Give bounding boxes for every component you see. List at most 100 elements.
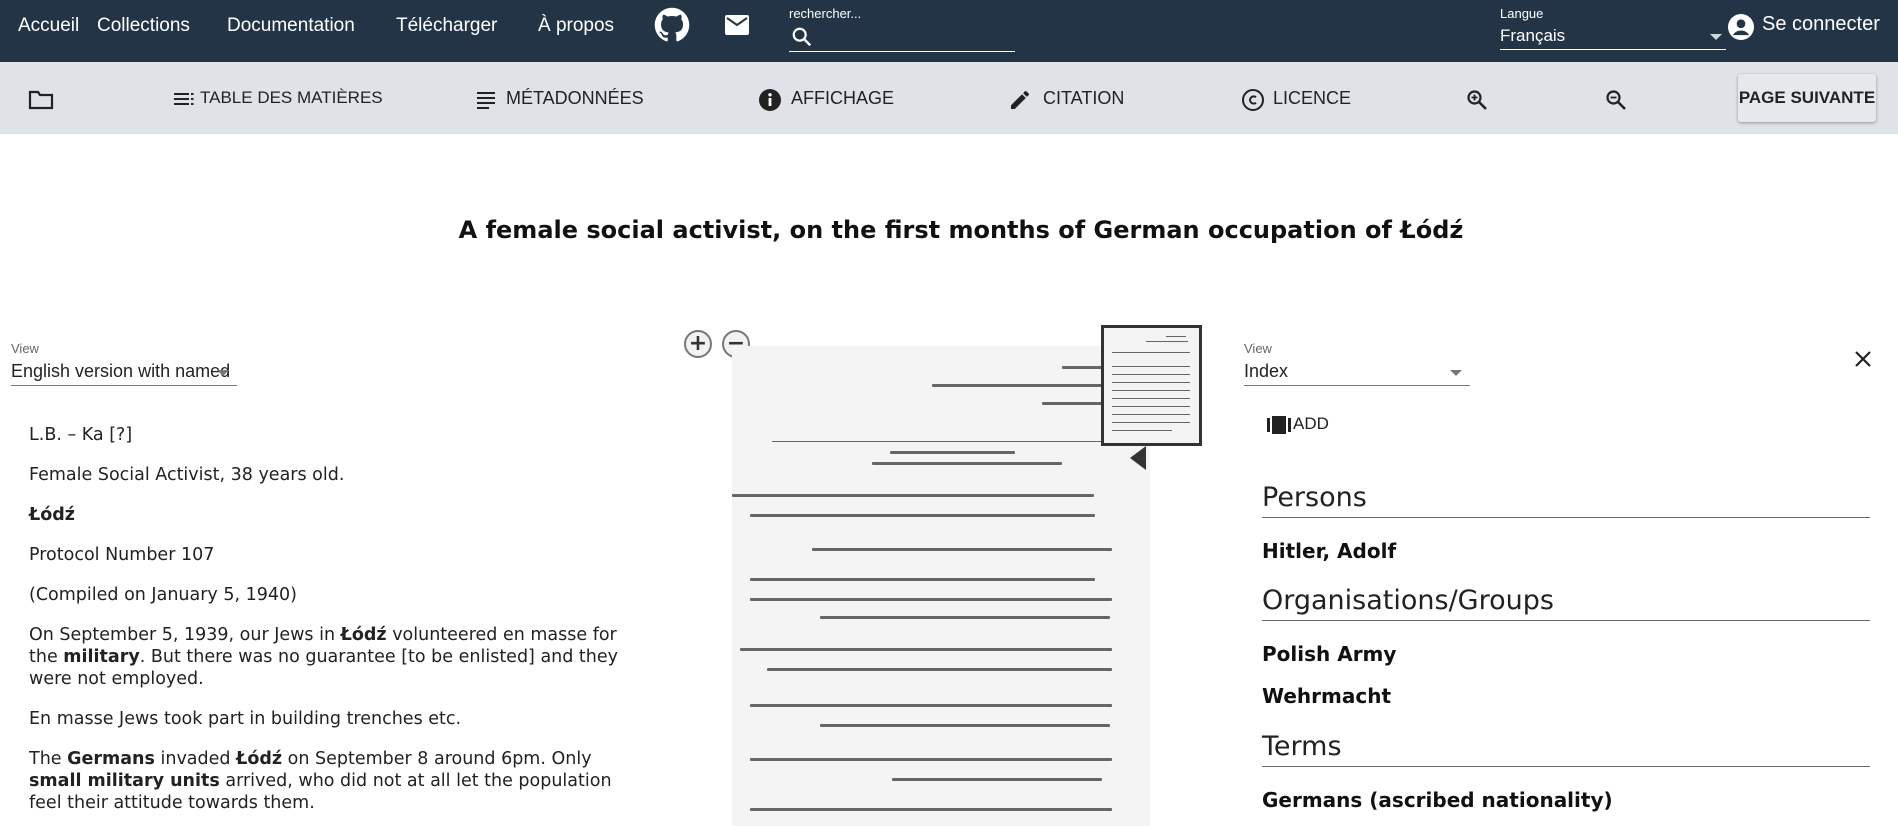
scan-text-line <box>767 668 1112 671</box>
text-paragraph: Female Social Activist, 38 years old. <box>29 465 345 485</box>
metadata-icon <box>477 92 495 109</box>
top-navigation-bar: Accueil Collections Documentation Téléch… <box>0 0 1898 62</box>
text-run: invaded <box>154 749 237 769</box>
text-paragraph: The Germans invaded Łódź on September 8 … <box>29 748 649 814</box>
thumb-line <box>1166 336 1186 337</box>
scan-text-line <box>750 704 1112 707</box>
text-run: On September 5, 1939, our Jews in <box>29 625 341 645</box>
scan-text-line <box>820 616 1110 619</box>
thumb-line <box>1112 390 1190 391</box>
nav-documentation-link[interactable]: Documentation <box>227 15 355 37</box>
scan-text-line <box>812 548 1112 551</box>
page-thumbnail-navigator[interactable] <box>1101 325 1202 446</box>
text-paragraph: En masse Jews took part in building tren… <box>29 709 462 729</box>
language-value: Français <box>1500 26 1566 45</box>
language-select[interactable]: Français <box>1500 24 1726 50</box>
citation-label: CITATION <box>1043 88 1125 108</box>
viewer-zoom-in-button[interactable]: + <box>684 330 712 358</box>
text-paragraph: On September 5, 1939, our Jews in Łódź v… <box>29 624 649 690</box>
license-label: LICENCE <box>1273 88 1352 108</box>
text-run: The <box>29 749 68 769</box>
index-entry[interactable]: Hitler, Adolf <box>1262 539 1396 563</box>
scan-text-line <box>890 451 1015 454</box>
add-label: ADD <box>1293 414 1329 433</box>
scan-text-line <box>732 494 1094 497</box>
right-view-select[interactable]: Index <box>1244 358 1470 386</box>
thumb-line <box>1146 341 1188 342</box>
document-toolbar: TABLE DES MATIÈRES MÉTADONNÉES AFFICHAGE… <box>0 62 1898 134</box>
text-run: on September 8 around 6pm. Only <box>282 749 592 769</box>
thumb-line <box>1112 430 1172 431</box>
close-icon <box>1855 351 1871 367</box>
term-link[interactable]: Germans <box>67 749 155 769</box>
thumbnail-pointer-icon <box>1130 446 1146 470</box>
nav-collections-link[interactable]: Collections <box>97 15 190 37</box>
thumb-line <box>1112 366 1190 367</box>
chevron-down-icon <box>1710 34 1722 40</box>
chevron-down-icon <box>217 370 229 376</box>
term-link[interactable]: small military units <box>29 771 220 791</box>
close-panel-button[interactable] <box>1854 350 1872 373</box>
scan-text-line <box>750 514 1095 517</box>
language-label: Langue <box>1500 6 1544 21</box>
thumb-line <box>1112 422 1190 423</box>
metadata-label: MÉTADONNÉES <box>506 88 644 108</box>
scan-text-line <box>740 648 1112 651</box>
index-entry[interactable]: Germans (ascribed nationality) <box>1262 788 1613 812</box>
document-scan-image[interactable] <box>732 346 1150 826</box>
place-link[interactable]: Łódź <box>236 749 282 769</box>
thumb-line <box>1112 414 1190 415</box>
scan-text-line <box>750 808 1112 811</box>
github-icon[interactable] <box>654 7 690 48</box>
index-section-terms: Terms <box>1262 731 1870 767</box>
right-view-value: Index <box>1244 361 1289 381</box>
zoom-in-icon <box>1467 90 1487 110</box>
nav-about-link[interactable]: À propos <box>538 15 614 37</box>
scan-text-line <box>892 778 1102 781</box>
mail-icon[interactable] <box>725 15 749 40</box>
index-section-organisations: Organisations/Groups <box>1262 585 1870 621</box>
plus-icon: + <box>688 331 708 356</box>
scan-text-line <box>750 598 1112 601</box>
scan-text-line <box>872 462 1062 465</box>
search-icon <box>792 27 812 47</box>
scan-text-line <box>750 578 1095 581</box>
zoom-out-icon <box>1606 90 1626 110</box>
search-input[interactable] <box>789 24 1015 52</box>
info-icon <box>759 89 781 111</box>
pencil-icon <box>1011 90 1029 109</box>
place-link[interactable]: Łódź <box>341 625 387 645</box>
document-title: A female social activist, on the first m… <box>458 216 1464 244</box>
chevron-down-icon <box>1450 370 1462 376</box>
login-label: Se connecter <box>1762 13 1880 35</box>
text-paragraph: (Compiled on January 5, 1940) <box>29 585 297 605</box>
thumb-line <box>1112 406 1190 407</box>
thumb-line <box>1112 374 1190 375</box>
copyright-icon <box>1242 89 1264 111</box>
index-section-persons: Persons <box>1262 482 1870 518</box>
folder-icon <box>28 90 54 110</box>
table-of-contents-label: TABLE DES MATIÈRES <box>200 88 383 107</box>
left-view-select[interactable]: English version with named <box>11 358 237 386</box>
nav-home-link[interactable]: Accueil <box>18 15 79 37</box>
next-page-button[interactable]: PAGE SUIVANTE <box>1738 74 1876 122</box>
search-label: rechercher... <box>789 6 862 21</box>
scan-text-line <box>820 724 1110 727</box>
thumb-line <box>1112 352 1190 353</box>
term-link[interactable]: military <box>63 647 139 667</box>
text-paragraph: Łódź <box>29 505 75 525</box>
index-entry[interactable]: Wehrmacht <box>1262 684 1391 708</box>
thumb-line <box>1112 398 1190 399</box>
transcription-text: L.B. – Ka [?] Female Social Activist, 38… <box>29 424 649 826</box>
account-icon <box>1728 14 1754 40</box>
index-entry[interactable]: Polish Army <box>1262 642 1396 666</box>
nav-download-link[interactable]: Télécharger <box>396 15 497 37</box>
thumb-line <box>1112 382 1190 383</box>
scan-text-line <box>750 758 1112 761</box>
text-paragraph: L.B. – Ka [?] <box>29 425 133 445</box>
left-view-label: View <box>11 341 39 356</box>
toc-icon <box>174 93 194 105</box>
display-label: AFFICHAGE <box>791 88 895 108</box>
text-paragraph: Protocol Number 107 <box>29 545 215 565</box>
scan-text-line <box>772 441 1137 442</box>
